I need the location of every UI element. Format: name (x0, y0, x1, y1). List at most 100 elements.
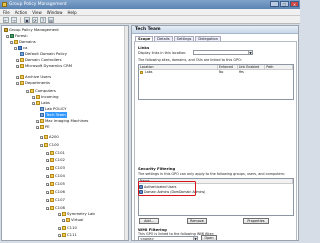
links-note: The following sites, domains, and OUs ar… (138, 58, 242, 62)
expand-icon[interactable]: + (16, 64, 20, 68)
add-button[interactable]: Add... (139, 218, 159, 224)
tree-item[interactable]: + C104 (46, 173, 65, 179)
ou-icon (62, 233, 66, 237)
expand-icon[interactable]: + (46, 174, 50, 178)
ou-icon (20, 58, 24, 62)
expand-icon[interactable]: + (46, 166, 50, 170)
expand-icon[interactable]: + (46, 158, 50, 162)
back-icon[interactable]: ← (3, 16, 9, 23)
tree-scrollbar[interactable] (124, 26, 128, 240)
tree-item[interactable]: + C102 (46, 157, 65, 163)
ou-icon (36, 95, 40, 99)
expand-icon[interactable]: + (58, 226, 62, 230)
expand-icon[interactable]: + (46, 182, 50, 186)
column-link-enabled[interactable]: Link Enabled (238, 65, 266, 69)
tree-item[interactable]: + C105 (46, 181, 65, 187)
expand-icon[interactable]: + (16, 75, 20, 79)
collapse-icon[interactable]: − (14, 46, 18, 50)
ou-icon (62, 212, 66, 216)
gpo-link-icon (40, 107, 44, 111)
ou-icon (62, 226, 66, 230)
remove-button[interactable]: Remove (187, 218, 207, 224)
tree-item[interactable]: + C106 (46, 189, 65, 195)
column-path[interactable]: Path (265, 65, 294, 69)
menu-help[interactable]: Help (68, 10, 77, 15)
help-icon[interactable]: ? (40, 16, 46, 23)
collapse-icon[interactable]: − (16, 81, 20, 85)
folder-icon (14, 40, 18, 44)
forward-icon[interactable]: → (11, 16, 17, 23)
ou-icon (50, 151, 54, 155)
collapse-icon[interactable]: − (40, 143, 44, 147)
column-enforced[interactable]: Enforced (218, 65, 238, 69)
menu-action[interactable]: Action (15, 10, 28, 15)
menu-window[interactable]: Window (47, 10, 63, 15)
ou-icon (50, 166, 54, 170)
wmi-filter-dropdown[interactable]: <none> ▼ (138, 236, 198, 240)
tree-item[interactable]: − C100 (40, 142, 59, 148)
details-pane: Tech Team Scope Details Settings Delegat… (131, 25, 299, 241)
links-section-title: Links (138, 45, 150, 50)
folder-icon (140, 71, 143, 74)
table-row[interactable]: Labs No Yes (139, 70, 293, 75)
collapse-icon[interactable]: − (26, 89, 30, 93)
ou-icon (50, 206, 54, 210)
refresh-icon[interactable]: ⟳ (32, 16, 38, 23)
maximize-button[interactable]: □ (280, 1, 289, 7)
expand-icon[interactable]: + (62, 218, 66, 222)
forest-icon (10, 34, 14, 38)
console-tree[interactable]: Group Policy Management − Forest: − Domain… (1, 25, 129, 241)
expand-icon[interactable]: + (36, 119, 40, 123)
ou-icon (20, 64, 24, 68)
tree-item[interactable]: + Virtual (62, 217, 83, 223)
properties-icon[interactable]: ▤ (48, 16, 54, 23)
ou-icon (50, 182, 54, 186)
tree-item[interactable]: + C110 (58, 225, 77, 231)
tree-item[interactable]: + PE (36, 124, 50, 130)
row-link-enabled: Yes (238, 70, 244, 74)
menu-view[interactable]: View (32, 10, 42, 15)
expand-icon[interactable]: + (58, 233, 62, 237)
expand-icon[interactable]: + (46, 198, 50, 202)
collapse-icon[interactable]: − (6, 34, 10, 38)
tree-item[interactable]: + C111 (58, 232, 77, 238)
expand-icon[interactable]: + (46, 206, 50, 210)
ou-icon (50, 174, 54, 178)
show-hide-tree-icon[interactable]: ▣ (24, 16, 30, 23)
expand-icon[interactable]: + (36, 125, 40, 129)
properties-button[interactable]: Properties (243, 218, 269, 224)
expand-icon[interactable]: + (46, 151, 50, 155)
ou-icon (30, 89, 34, 93)
open-wmi-button[interactable]: Open (201, 235, 217, 240)
minimize-button[interactable]: _ (270, 1, 279, 7)
gpo-link-icon (20, 52, 24, 56)
ou-icon (50, 198, 54, 202)
menu-file[interactable]: File (3, 10, 10, 15)
tree-item[interactable]: + Microsoft Dynamics CRM (16, 63, 72, 69)
expand-icon[interactable]: + (46, 190, 50, 194)
expand-icon[interactable]: + (32, 95, 36, 99)
window-title: Group Policy Management (9, 2, 67, 7)
collapse-icon[interactable]: − (32, 101, 36, 105)
details-header: Tech Team (132, 26, 298, 34)
window-controls: _ □ × (270, 1, 299, 7)
tree-item[interactable]: + C103 (46, 165, 65, 171)
ou-icon (66, 218, 70, 222)
menu-bar: File Action View Window Help (0, 9, 300, 16)
display-links-dropdown[interactable]: ▼ (193, 50, 253, 55)
expand-icon[interactable]: + (58, 212, 62, 216)
tree-item[interactable]: + C101 (46, 150, 65, 156)
expand-icon[interactable]: + (40, 135, 44, 139)
tree-item[interactable]: + C107 (46, 197, 65, 203)
security-filtering-note: The settings in this GPO can only apply … (138, 172, 285, 176)
display-links-label: Display links in this location: (138, 51, 187, 55)
column-location[interactable]: Location (139, 65, 218, 69)
ou-icon (40, 125, 44, 129)
links-list[interactable]: Location Enforced Link Enabled Path Labs… (138, 64, 294, 100)
tree-item[interactable]: + A200 (40, 134, 59, 140)
expand-icon[interactable]: + (16, 58, 20, 62)
close-button[interactable]: × (290, 1, 299, 7)
collapse-icon[interactable]: − (10, 40, 14, 44)
tree-item[interactable]: − Departments (16, 80, 50, 86)
ou-icon (20, 75, 24, 79)
